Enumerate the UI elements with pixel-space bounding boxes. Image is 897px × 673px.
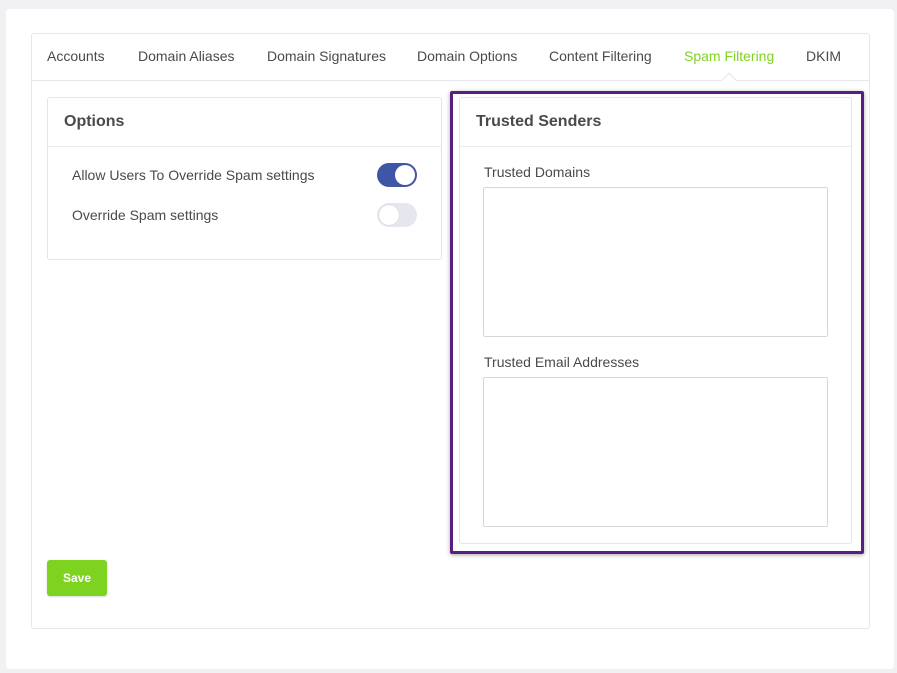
tab-domain-signatures[interactable]: Domain Signatures [267, 33, 386, 80]
option-row-override-spam: Override Spam settings [72, 203, 417, 227]
options-card-title: Options [48, 98, 441, 147]
option-row-allow-users-override: Allow Users To Override Spam settings [72, 163, 417, 187]
option-label: Override Spam settings [72, 207, 219, 223]
toggle-knob [395, 165, 415, 185]
trusted-emails-input[interactable] [483, 377, 828, 527]
tab-domain-aliases[interactable]: Domain Aliases [138, 33, 235, 80]
allow-users-override-toggle[interactable] [377, 163, 417, 187]
tab-dkim[interactable]: DKIM [806, 33, 841, 80]
tab-domain-options[interactable]: Domain Options [417, 33, 517, 80]
trusted-emails-label: Trusted Email Addresses [484, 354, 640, 370]
tab-content-filtering[interactable]: Content Filtering [549, 33, 652, 80]
trusted-domains-label: Trusted Domains [484, 164, 591, 180]
toggle-knob [379, 205, 399, 225]
override-spam-toggle[interactable] [377, 203, 417, 227]
option-label: Allow Users To Override Spam settings [72, 167, 315, 183]
trusted-senders-card: Trusted Senders Trusted Domains Trusted … [459, 97, 852, 544]
save-button[interactable]: Save [47, 560, 107, 596]
tab-bar: Accounts Domain Aliases Domain Signature… [31, 33, 870, 81]
tab-accounts[interactable]: Accounts [47, 33, 105, 80]
options-card: Options Allow Users To Override Spam set… [47, 97, 442, 260]
trusted-domains-input[interactable] [483, 187, 828, 337]
trusted-senders-title: Trusted Senders [460, 98, 851, 147]
